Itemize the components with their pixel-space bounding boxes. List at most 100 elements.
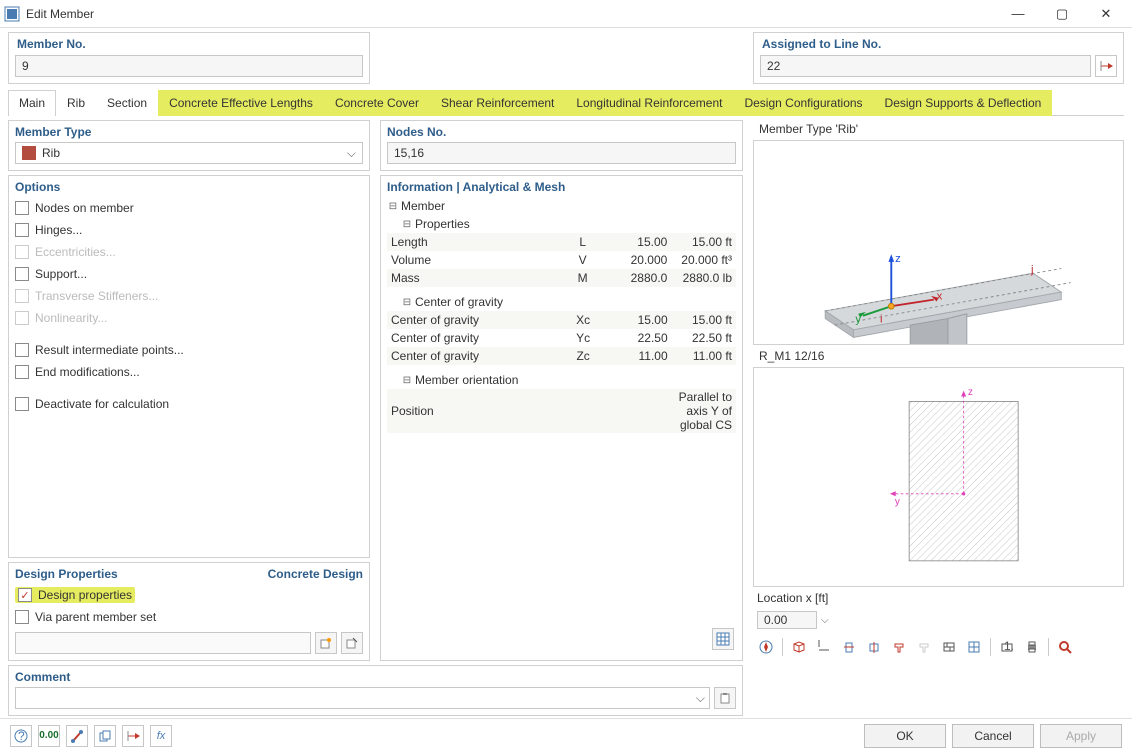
- nodes-no-label: Nodes No.: [387, 125, 736, 142]
- prop-volume: VolumeV20.00020.000 ft³: [387, 251, 736, 269]
- tool-values[interactable]: 1.2: [996, 636, 1018, 658]
- tree-cog[interactable]: ⊟Center of gravity: [387, 293, 736, 311]
- design-btn-2[interactable]: [341, 632, 363, 654]
- bottom-member-button[interactable]: [66, 725, 88, 747]
- opt-result-intermediate-points[interactable]: Result intermediate points...: [15, 339, 363, 361]
- tool-nav[interactable]: [755, 636, 777, 658]
- tab-section[interactable]: Section: [96, 90, 158, 116]
- tab-longitudinal-reinforcement[interactable]: Longitudinal Reinforcement: [565, 90, 733, 116]
- bottom-help-button[interactable]: ?: [10, 725, 32, 747]
- member-no-input[interactable]: [15, 55, 363, 77]
- compass-icon: [758, 639, 774, 655]
- minimize-button[interactable]: ―: [996, 0, 1040, 28]
- opt-nodes-on-member[interactable]: Nodes on member: [15, 197, 363, 219]
- tool-view-iso[interactable]: [788, 636, 810, 658]
- comment-attach-button[interactable]: [714, 687, 736, 709]
- design-properties-check[interactable]: ✓ Design properties: [15, 584, 363, 606]
- opt-deactivate[interactable]: Deactivate for calculation: [15, 393, 363, 415]
- opt-end-modifications[interactable]: End modifications...: [15, 361, 363, 383]
- grid-icon: [967, 640, 981, 654]
- chevron-down-icon: ⌵: [696, 691, 709, 706]
- tool-print[interactable]: [1021, 636, 1043, 658]
- opt-hinges[interactable]: Hinges...: [15, 219, 363, 241]
- comment-label: Comment: [15, 670, 736, 687]
- fx-icon: fx: [157, 730, 166, 742]
- design-input[interactable]: [15, 632, 311, 654]
- nodes-no-input[interactable]: [387, 142, 736, 164]
- maximize-button[interactable]: ▢: [1040, 0, 1084, 28]
- design-properties-label: Design Properties: [15, 567, 118, 581]
- tool-hatch[interactable]: [938, 636, 960, 658]
- cancel-button[interactable]: Cancel: [952, 724, 1034, 748]
- tab-design-supports-deflection[interactable]: Design Supports & Deflection: [874, 90, 1053, 116]
- info-grid-button[interactable]: [712, 628, 734, 650]
- tree-member[interactable]: ⊟Member: [387, 197, 736, 215]
- via-parent-set-check[interactable]: Via parent member set: [15, 606, 363, 628]
- info-tree: ⊟Member ⊟Properties LengthL15.0015.00 ft…: [387, 197, 736, 433]
- bottom-pick-button[interactable]: [122, 725, 144, 747]
- tool-view-side[interactable]: [838, 636, 860, 658]
- new-icon: [320, 637, 332, 649]
- prop-mass: MassM2880.02880.0 lb: [387, 269, 736, 287]
- tab-concrete-cover[interactable]: Concrete Cover: [324, 90, 430, 116]
- tool-view-front[interactable]: [813, 636, 835, 658]
- tree-properties[interactable]: ⊟Properties: [387, 215, 736, 233]
- opt-transverse-stiffeners: Transverse Stiffeners...: [15, 285, 363, 307]
- preview3d-label: Member Type 'Rib': [753, 120, 1124, 138]
- tree-orientation[interactable]: ⊟Member orientation: [387, 371, 736, 389]
- bottom-units-button[interactable]: 0.00: [38, 725, 60, 747]
- ok-button[interactable]: OK: [864, 724, 946, 748]
- member-type-select[interactable]: Rib ⌵: [15, 142, 363, 164]
- assigned-line-input[interactable]: [760, 55, 1091, 77]
- svg-text:j: j: [1030, 264, 1034, 276]
- tab-rib[interactable]: Rib: [56, 90, 96, 116]
- units-icon: 0.00: [39, 730, 58, 741]
- svg-text:1.2: 1.2: [1004, 640, 1014, 653]
- design-btn-1[interactable]: [315, 632, 337, 654]
- print-icon: [1025, 640, 1039, 654]
- member-icon: [70, 729, 84, 743]
- bottom-fx-button[interactable]: fx: [150, 725, 172, 747]
- titlebar: Edit Member ― ▢ ✕: [0, 0, 1132, 28]
- opt-eccentricities: Eccentricities...: [15, 241, 363, 263]
- tool-view-top[interactable]: [863, 636, 885, 658]
- comment-input[interactable]: ⌵: [15, 687, 710, 709]
- copy-icon: [98, 729, 112, 743]
- member-type-value: Rib: [42, 146, 60, 160]
- svg-text:y: y: [895, 497, 900, 508]
- cog-z: Center of gravityZc11.0011.00 ft: [387, 347, 736, 365]
- preview-2d[interactable]: z y: [753, 367, 1124, 587]
- clipboard-icon: [719, 692, 731, 704]
- options-label: Options: [15, 180, 363, 197]
- assigned-label: Assigned to Line No.: [760, 35, 1117, 55]
- cog-x: Center of gravityXc15.0015.00 ft: [387, 311, 736, 329]
- tab-concrete-effective-lengths[interactable]: Concrete Effective Lengths: [158, 90, 324, 116]
- brick-icon: [942, 640, 956, 654]
- svg-text:z: z: [968, 387, 973, 398]
- close-button[interactable]: ✕: [1084, 0, 1128, 28]
- tab-shear-reinforcement[interactable]: Shear Reinforcement: [430, 90, 565, 116]
- prop-length: LengthL15.0015.00 ft: [387, 233, 736, 251]
- tee-icon: [892, 640, 906, 654]
- iso-view-icon: [792, 640, 806, 654]
- tab-design-configurations[interactable]: Design Configurations: [733, 90, 873, 116]
- svg-text:z: z: [895, 253, 901, 265]
- svg-text:x: x: [937, 291, 943, 303]
- tool-section[interactable]: [888, 636, 910, 658]
- help-icon: ?: [14, 729, 28, 743]
- orientation-position: PositionParallel to axis Y of global CS: [387, 389, 736, 433]
- tool-grid[interactable]: [963, 636, 985, 658]
- svg-text:?: ?: [18, 729, 25, 743]
- opt-support[interactable]: Support...: [15, 263, 363, 285]
- section-icon: [842, 640, 856, 654]
- tee-icon-grey: [917, 640, 931, 654]
- tool-search[interactable]: [1054, 636, 1076, 658]
- tool-color[interactable]: [913, 636, 935, 658]
- preview-3d[interactable]: z x y i j: [753, 140, 1124, 345]
- location-input[interactable]: [757, 611, 817, 629]
- select-line-button[interactable]: [1095, 55, 1117, 77]
- tab-main[interactable]: Main: [8, 90, 56, 116]
- svg-text:y: y: [855, 313, 861, 325]
- preview2d-label: R_M1 12/16: [753, 347, 1124, 365]
- bottom-copy-button[interactable]: [94, 725, 116, 747]
